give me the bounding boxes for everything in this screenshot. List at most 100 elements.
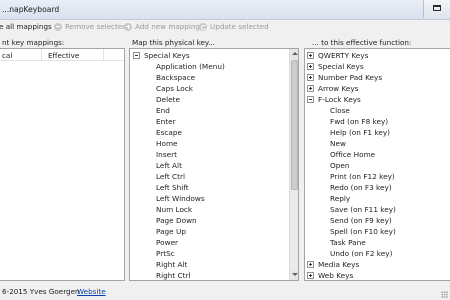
- tree-item[interactable]: Task Pane: [305, 237, 450, 248]
- tree-item[interactable]: Office Home: [305, 149, 450, 160]
- column-divider[interactable]: [103, 49, 104, 60]
- tree-item[interactable]: Right Ctrl: [130, 270, 298, 280]
- column-header-local[interactable]: cal: [2, 51, 12, 60]
- scroll-thumb[interactable]: [291, 60, 298, 190]
- tree-item[interactable]: Left Ctrl: [130, 171, 298, 182]
- tree-item[interactable]: Close: [305, 105, 450, 116]
- tree-item[interactable]: Delete: [130, 94, 298, 105]
- tree-item[interactable]: Undo (on F2 key): [305, 248, 450, 259]
- expand-icon[interactable]: [307, 63, 314, 70]
- delete-all-mappings-button[interactable]: e all mappings: [0, 22, 52, 31]
- tree-item-label: Left Windows: [156, 194, 205, 203]
- tree-item[interactable]: Fwd (on F8 key): [305, 116, 450, 127]
- expand-icon[interactable]: [307, 261, 314, 268]
- remove-selected-button[interactable]: Remove selected: [54, 22, 127, 31]
- toolbar: e all mappings Remove selected Add new m…: [0, 19, 450, 34]
- tree-item[interactable]: Backspace: [130, 72, 298, 83]
- update-selected-button[interactable]: Update selected: [199, 22, 269, 31]
- status-bar: 6-2015 Yves Goergen Website: [0, 286, 450, 300]
- website-link[interactable]: Website: [77, 287, 106, 296]
- tree-item-label: Office Home: [330, 150, 376, 159]
- tree-group-special-keys[interactable]: Special Keys: [130, 50, 298, 61]
- tree-item-label: Send (on F9 key): [330, 216, 392, 225]
- physical-key-scrollbar[interactable]: [289, 49, 298, 280]
- column-header-effective[interactable]: Effective: [48, 51, 79, 60]
- tree-item[interactable]: Insert: [130, 149, 298, 160]
- tree-item[interactable]: Redo (on F3 key): [305, 182, 450, 193]
- tree-item-label: Backspace: [156, 73, 196, 82]
- expand-icon[interactable]: [307, 52, 314, 59]
- tree-group[interactable]: Arrow Keys: [305, 83, 450, 94]
- tree-item-label: F-Lock Keys: [318, 95, 361, 104]
- tree-item-label: Home: [156, 139, 178, 148]
- tree-item-label: Special Keys: [318, 62, 364, 71]
- tree-item-label: Help (on F1 key): [330, 128, 390, 137]
- scroll-down-arrow[interactable]: [290, 270, 298, 280]
- tree-item[interactable]: Spell (on F10 key): [305, 226, 450, 237]
- tree-item-label: Reply: [330, 194, 351, 203]
- copyright-text: 6-2015 Yves Goergen: [2, 287, 80, 296]
- tree-item-label: Page Down: [156, 216, 197, 225]
- add-new-mapping-button[interactable]: Add new mapping: [124, 22, 200, 31]
- tree-group-f-lock-keys[interactable]: F-Lock Keys: [305, 94, 450, 105]
- tree-item-label: PrtSc: [156, 249, 175, 258]
- tree-item[interactable]: Home: [130, 138, 298, 149]
- tree-group[interactable]: QWERTY Keys: [305, 50, 450, 61]
- effective-function-tree[interactable]: QWERTY Keys Special Keys Number Pad Keys Ar…: [304, 48, 450, 281]
- tree-item-label: Page Up: [156, 227, 186, 236]
- delete-icon: [54, 22, 62, 31]
- tree-item-label: Print (on F12 key): [330, 172, 395, 181]
- tree-group[interactable]: Number Pad Keys: [305, 72, 450, 83]
- tree-item-label: Left Ctrl: [156, 172, 186, 181]
- collapse-icon[interactable]: [307, 96, 314, 103]
- tree-item[interactable]: Escape: [130, 127, 298, 138]
- tree-item[interactable]: Send (on F9 key): [305, 215, 450, 226]
- tree-item[interactable]: Num Lock: [130, 204, 298, 215]
- tree-item-label: Right Ctrl: [156, 271, 191, 280]
- tree-item[interactable]: Reply: [305, 193, 450, 204]
- tree-item[interactable]: Print (on F12 key): [305, 171, 450, 182]
- tree-item[interactable]: Right Alt: [130, 259, 298, 270]
- effective-function-label: ... to this effective function:: [312, 38, 412, 47]
- tree-item[interactable]: Application (Menu): [130, 61, 298, 72]
- tree-item[interactable]: Left Alt: [130, 160, 298, 171]
- tree-item-label: New: [330, 139, 346, 148]
- tree-item[interactable]: Page Up: [130, 226, 298, 237]
- delete-all-label: e all mappings: [0, 22, 52, 31]
- collapse-icon[interactable]: [133, 52, 140, 59]
- tree-item[interactable]: Open: [305, 160, 450, 171]
- window-title: ...napKeyboard: [2, 5, 60, 14]
- mappings-list[interactable]: cal Effective: [0, 48, 125, 281]
- tree-item[interactable]: Left Windows: [130, 193, 298, 204]
- tree-item[interactable]: Page Down: [130, 215, 298, 226]
- tree-item[interactable]: PrtSc: [130, 248, 298, 259]
- column-divider[interactable]: [41, 49, 42, 60]
- tree-item[interactable]: Power: [130, 237, 298, 248]
- tree-item[interactable]: New: [305, 138, 450, 149]
- scroll-up-arrow[interactable]: [290, 49, 298, 59]
- tree-group[interactable]: Media Keys: [305, 259, 450, 270]
- tree-item-label: Number Pad Keys: [318, 73, 383, 82]
- expand-icon[interactable]: [307, 85, 314, 92]
- expand-icon[interactable]: [307, 74, 314, 81]
- tree-item[interactable]: End: [130, 105, 298, 116]
- tree-item-label: Enter: [156, 117, 176, 126]
- tree-item[interactable]: Left Shift: [130, 182, 298, 193]
- tree-group[interactable]: Special Keys: [305, 61, 450, 72]
- tree-item[interactable]: Help (on F1 key): [305, 127, 450, 138]
- tree-item-label: Arrow Keys: [318, 84, 359, 93]
- maximize-button[interactable]: [423, 0, 450, 18]
- tree-item-label: Media Keys: [318, 260, 360, 269]
- expand-icon[interactable]: [307, 272, 314, 279]
- tree-item-label: Delete: [156, 95, 180, 104]
- tree-item[interactable]: Enter: [130, 116, 298, 127]
- maximize-icon: [433, 5, 441, 11]
- tree-item[interactable]: Caps Lock: [130, 83, 298, 94]
- tree-item-label: Right Alt: [156, 260, 188, 269]
- tree-item[interactable]: Save (on F11 key): [305, 204, 450, 215]
- tree-group[interactable]: Web Keys: [305, 270, 450, 280]
- resize-grip[interactable]: [441, 291, 448, 298]
- current-mappings-label: nt key mappings:: [2, 38, 65, 47]
- physical-key-tree[interactable]: Special Keys Application (Menu) Backspace C…: [129, 48, 299, 281]
- tree-item-label: Caps Lock: [156, 84, 193, 93]
